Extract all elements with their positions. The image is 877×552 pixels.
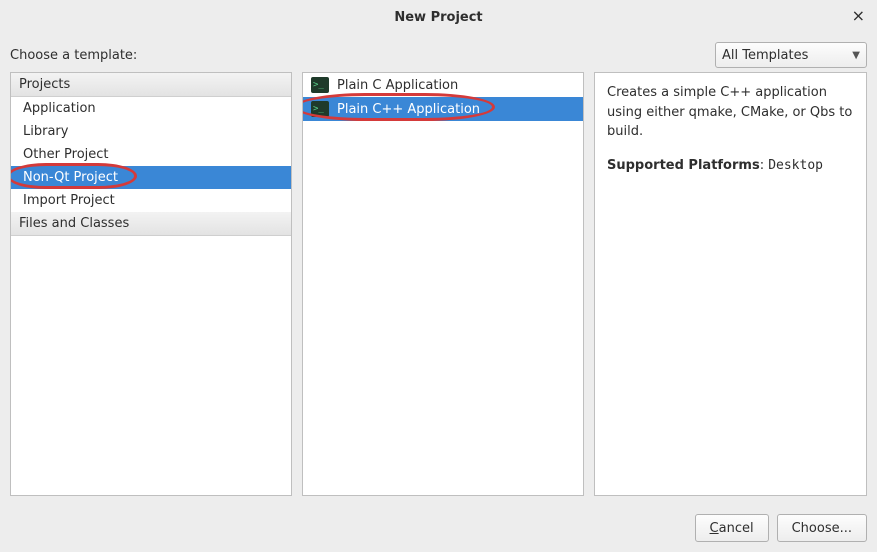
panes: Projects Application Library Other Proje… — [0, 72, 877, 506]
category-library[interactable]: Library — [11, 120, 291, 143]
template-description: Creates a simple C++ application using e… — [594, 72, 867, 496]
category-other-project[interactable]: Other Project — [11, 143, 291, 166]
dialog-buttons: Cancel Choose... — [0, 506, 877, 552]
section-header-files-classes: Files and Classes — [11, 212, 291, 236]
supported-platforms: Supported Platforms: Desktop — [607, 156, 854, 176]
section-header-projects: Projects — [11, 73, 291, 97]
description-text: Creates a simple C++ application using e… — [607, 83, 854, 142]
window-title: New Project — [394, 10, 482, 25]
terminal-icon — [311, 77, 329, 93]
category-application[interactable]: Application — [11, 97, 291, 120]
template-list: Plain C Application Plain C++ Applicatio… — [302, 72, 584, 496]
top-row: Choose a template: All Templates ▼ — [0, 34, 877, 72]
template-filter-value: All Templates — [722, 48, 808, 63]
choose-template-label: Choose a template: — [10, 48, 137, 63]
choose-button[interactable]: Choose... — [777, 514, 867, 542]
category-import-project[interactable]: Import Project — [11, 189, 291, 212]
new-project-dialog: New Project × Choose a template: All Tem… — [0, 0, 877, 552]
template-plain-cpp[interactable]: Plain C++ Application — [303, 97, 583, 121]
template-plain-c[interactable]: Plain C Application — [303, 73, 583, 97]
terminal-icon — [311, 101, 329, 117]
category-list: Projects Application Library Other Proje… — [10, 72, 292, 496]
chevron-down-icon: ▼ — [852, 50, 860, 61]
titlebar: New Project × — [0, 0, 877, 34]
category-non-qt-project[interactable]: Non-Qt Project — [11, 166, 291, 189]
template-filter-combo[interactable]: All Templates ▼ — [715, 42, 867, 68]
cancel-button[interactable]: Cancel — [695, 514, 769, 542]
close-icon[interactable]: × — [852, 6, 865, 25]
